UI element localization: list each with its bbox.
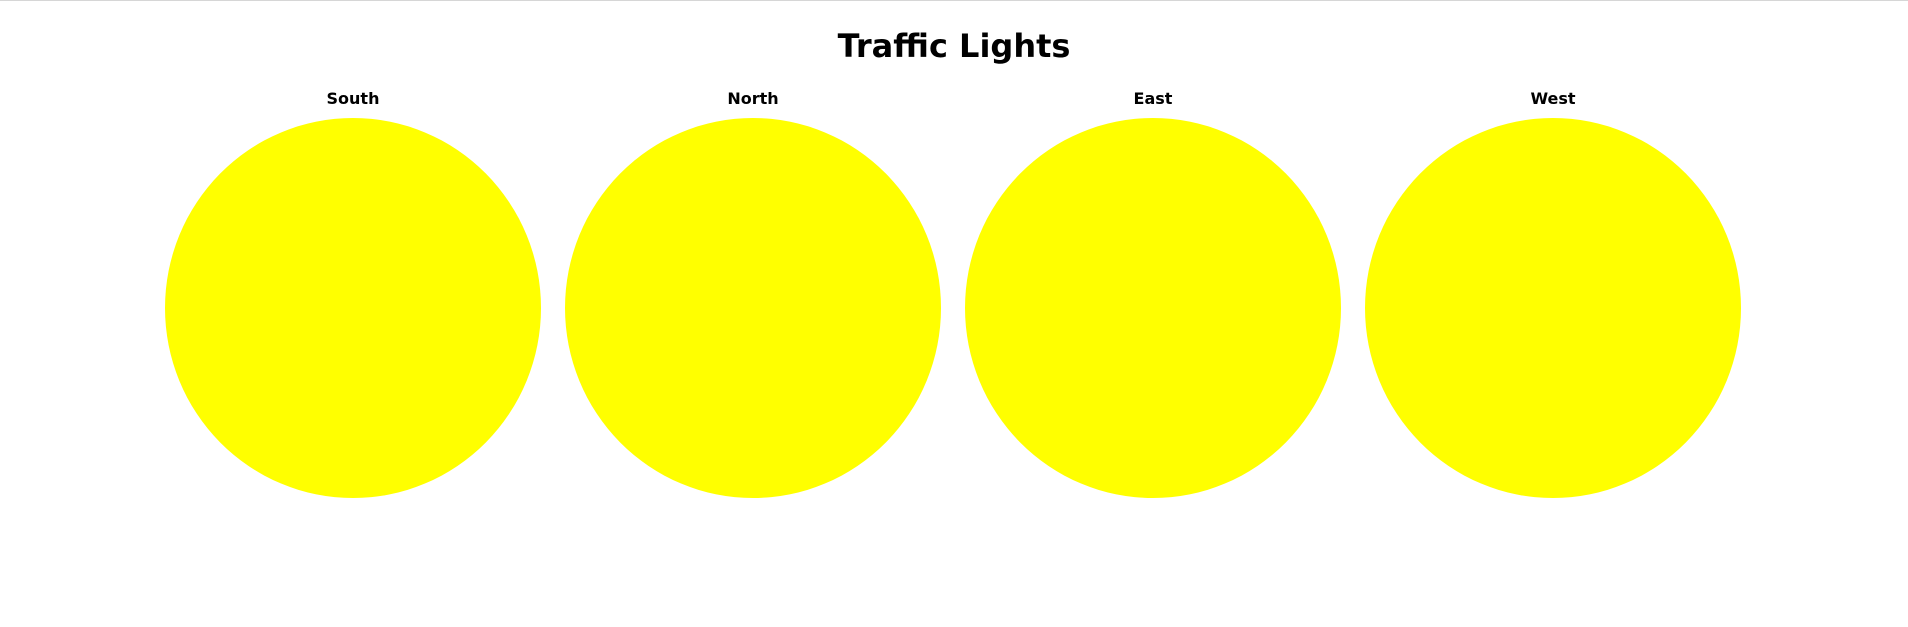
traffic-lights-row: South North East West bbox=[165, 88, 1743, 508]
traffic-light-east: East bbox=[965, 88, 1341, 508]
traffic-light-south: South bbox=[165, 88, 541, 508]
light-circle bbox=[565, 118, 941, 498]
traffic-light-north: North bbox=[565, 88, 941, 508]
direction-label: North bbox=[727, 89, 779, 108]
direction-label: West bbox=[1530, 89, 1576, 108]
light-circle bbox=[165, 118, 541, 498]
top-divider bbox=[0, 0, 1908, 1]
light-circle bbox=[965, 118, 1341, 498]
light-circle bbox=[1365, 118, 1741, 498]
page-title: Traffic Lights bbox=[837, 27, 1071, 65]
traffic-light-west: West bbox=[1365, 88, 1741, 508]
direction-label: East bbox=[1133, 89, 1173, 108]
direction-label: South bbox=[326, 89, 380, 108]
